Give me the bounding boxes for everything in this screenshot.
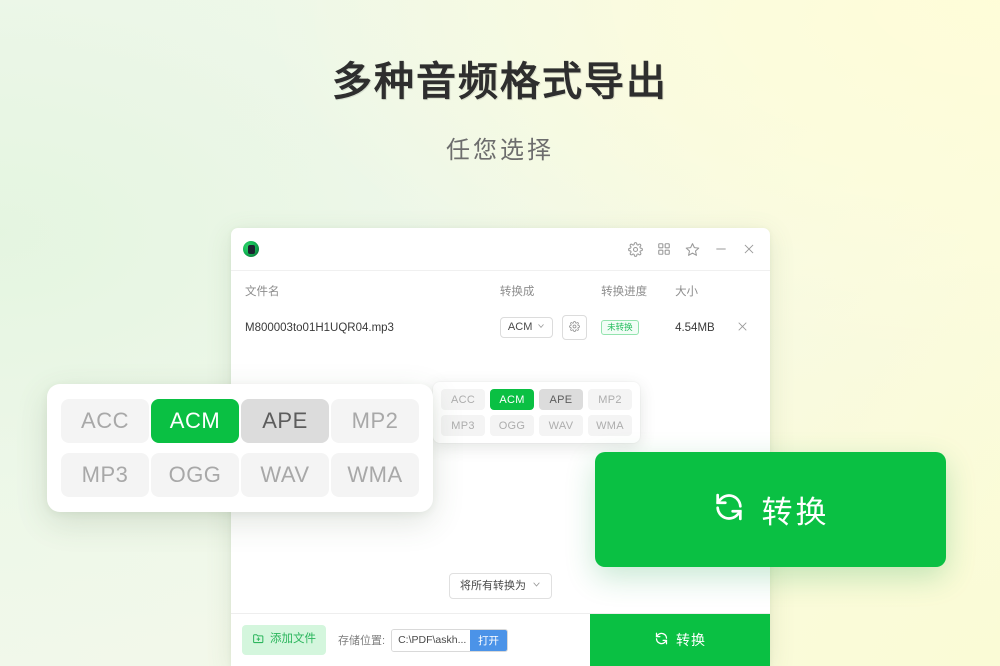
convert-cta-button[interactable]: 转换 — [595, 452, 946, 567]
format-select[interactable]: ACM — [499, 317, 554, 338]
row-settings-button[interactable] — [562, 315, 588, 340]
format-card-option-ape[interactable]: APE — [241, 399, 329, 443]
format-card-option-mp2[interactable]: MP2 — [331, 399, 419, 443]
status-badge: 未转换 — [601, 320, 639, 335]
window-controls — [628, 241, 756, 257]
format-dropdown-popup: ACC ACM APE MP2 MP3 OGG WAV WMA — [433, 382, 640, 443]
file-size-cell: 4.54MB — [675, 321, 715, 334]
column-header-convert-to: 转换成 — [499, 286, 535, 298]
convert-all-label: 将所有转换为 — [460, 579, 526, 592]
footer-convert-button[interactable]: 转换 — [590, 614, 770, 666]
close-icon[interactable] — [742, 242, 756, 256]
table-row: M800003to01H1UQR04.mp3 ACM 未转换 4.54MB — [231, 309, 770, 346]
save-path-value[interactable]: C:\PDF\askh... — [392, 629, 471, 651]
format-select-value: ACM — [507, 321, 533, 333]
convert-all-row: 将所有转换为 — [231, 573, 770, 613]
app-logo-icon — [243, 241, 259, 257]
format-card-option-ogg[interactable]: OGG — [151, 453, 239, 497]
open-path-button[interactable]: 打开 — [470, 629, 508, 651]
save-location-group: 存储位置: C:\PDF\askh... 打开 — [338, 628, 509, 652]
convert-to-cell: ACM — [499, 315, 601, 340]
convert-cta-label: 转换 — [761, 495, 830, 530]
footer-convert-label: 转换 — [676, 632, 706, 648]
table-header: 文件名 转换成 转换进度 大小 — [231, 271, 770, 309]
minimize-icon[interactable] — [714, 242, 728, 256]
format-option-wma[interactable]: WMA — [588, 415, 632, 436]
progress-cell: 未转换 — [601, 320, 675, 335]
format-card-option-acm[interactable]: ACM — [151, 399, 239, 443]
page-title: 多种音频格式导出 — [332, 60, 668, 104]
chevron-down-icon — [532, 580, 541, 592]
column-header-filename: 文件名 — [245, 286, 280, 298]
format-card-option-acc[interactable]: ACC — [61, 399, 149, 443]
add-file-label: 添加文件 — [270, 633, 316, 646]
format-card-option-wma[interactable]: WMA — [331, 453, 419, 497]
format-option-acm[interactable]: ACM — [490, 389, 534, 410]
refresh-icon — [712, 490, 746, 529]
footer-left-group: 添加文件 存储位置: C:\PDF\askh... 打开 — [231, 614, 590, 666]
save-path-box: C:\PDF\askh... 打开 — [391, 628, 509, 652]
window-footer: 添加文件 存储位置: C:\PDF\askh... 打开 转换 — [231, 613, 770, 666]
refresh-icon — [654, 631, 669, 649]
file-name-cell: M800003to01H1UQR04.mp3 — [245, 321, 394, 334]
column-header-size: 大小 — [675, 286, 699, 298]
format-options-card: ACC ACM APE MP2 MP3 OGG WAV WMA — [47, 384, 433, 512]
convert-all-select[interactable]: 将所有转换为 — [449, 573, 552, 599]
add-file-button[interactable]: 添加文件 — [242, 624, 326, 656]
format-option-mp3[interactable]: MP3 — [441, 415, 485, 436]
page-subtitle: 任您选择 — [446, 137, 554, 164]
folder-add-icon — [252, 632, 265, 649]
format-option-wav[interactable]: WAV — [539, 415, 583, 436]
format-option-acc[interactable]: ACC — [441, 389, 485, 410]
gear-icon — [569, 320, 581, 335]
close-icon — [736, 320, 749, 336]
page-root: 多种音频格式导出 任您选择 文件名 转换成 转换进度 大小 M800003to0… — [0, 0, 1000, 666]
format-option-ape[interactable]: APE — [539, 389, 583, 410]
window-titlebar — [231, 228, 770, 271]
column-header-progress: 转换进度 — [601, 286, 648, 298]
remove-row-button[interactable] — [735, 320, 749, 336]
hero-section: 多种音频格式导出 任您选择 — [0, 58, 1000, 165]
format-card-option-mp3[interactable]: MP3 — [61, 453, 149, 497]
grid-icon[interactable] — [657, 242, 671, 256]
format-option-ogg[interactable]: OGG — [490, 415, 534, 436]
format-option-mp2[interactable]: MP2 — [588, 389, 632, 410]
chevron-down-icon — [537, 322, 545, 333]
gear-icon[interactable] — [628, 241, 643, 257]
save-location-label: 存储位置: — [338, 635, 386, 647]
format-card-option-wav[interactable]: WAV — [241, 453, 329, 497]
star-icon[interactable] — [685, 242, 700, 257]
